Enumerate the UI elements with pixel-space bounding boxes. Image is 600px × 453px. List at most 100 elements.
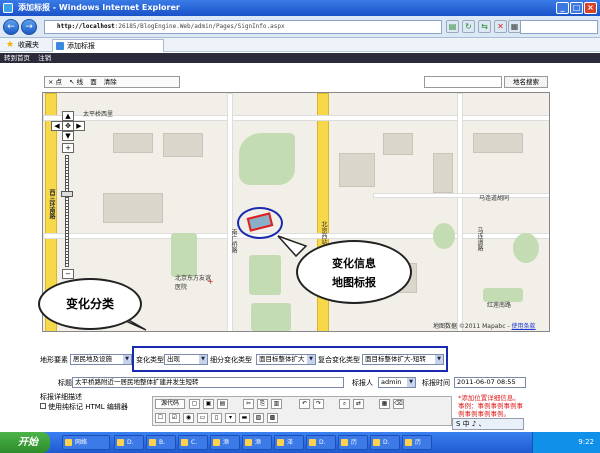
address-input[interactable]: http://localhost:26185/BlogEngine.Web/ad…	[44, 20, 442, 34]
description-hint: *添加位置详细信息。 事例：事例事例事例事 例事例事例事例。	[458, 394, 540, 418]
html-editor-text: 使用纯标记 HTML 编辑器	[48, 403, 128, 411]
maximize-button[interactable]: □	[570, 2, 583, 14]
taskbar-item[interactable]: 添	[210, 435, 240, 450]
editor-tool-icon[interactable]: ▤	[217, 399, 228, 409]
road	[43, 233, 549, 239]
pan-right-button[interactable]: ▶	[73, 121, 85, 131]
building	[473, 133, 523, 153]
select-icon[interactable]: ▾	[225, 413, 236, 423]
draw-point-tool[interactable]: × 点	[48, 78, 62, 86]
taskbar-item[interactable]: 添	[242, 435, 272, 450]
start-button[interactable]: 开始	[0, 432, 50, 453]
close-button[interactable]: ×	[584, 2, 597, 14]
html-editor-checkbox[interactable]	[40, 403, 46, 409]
copy-icon[interactable]: ⎘	[257, 399, 268, 409]
building	[433, 153, 453, 193]
window-title: 添加标报 - Windows Internet Explorer	[18, 3, 180, 12]
search-input[interactable]	[520, 20, 598, 34]
reporter-value: admin	[381, 378, 402, 386]
place-search-button[interactable]: 地名搜索	[504, 76, 548, 88]
terms-link[interactable]: 使用条款	[512, 323, 536, 330]
compat-view-icon[interactable]: ▤	[446, 20, 459, 33]
draw-polygon-tool[interactable]: 面	[90, 78, 97, 86]
title-input[interactable]: 太平桥路附近一居民地整体扩建并发生短转	[72, 377, 344, 388]
find-icon[interactable]: ⌕	[339, 399, 350, 409]
checkbox-icon[interactable]: ☑	[169, 413, 180, 423]
terrain-label: 地形要素	[40, 356, 68, 364]
park	[171, 233, 197, 277]
editor-tool-icon[interactable]: ☐	[155, 413, 166, 423]
ime-toolbar[interactable]: S 中 ♪ 、	[452, 418, 524, 430]
map-label: 南广桥路	[230, 229, 237, 253]
zoom-out-button[interactable]: −	[62, 269, 74, 279]
taskbar-item-label: 历	[415, 439, 422, 446]
zoom-in-button[interactable]: +	[62, 143, 74, 153]
taskbar-item[interactable]: D.	[370, 435, 400, 450]
building	[113, 133, 153, 153]
editor-tool-icon[interactable]: ▣	[203, 399, 214, 409]
compound-select[interactable]: 面目标整体扩大-短转 ▼	[362, 354, 444, 365]
radio-icon[interactable]: ◉	[183, 413, 194, 423]
app-icon	[373, 439, 380, 446]
time-input[interactable]: 2011-06-07 08:55	[454, 377, 526, 388]
taskbar-item[interactable]: B.	[146, 435, 176, 450]
terrain-select[interactable]: 居民地及设施 ▼	[70, 354, 132, 365]
select-all-icon[interactable]: ▦	[379, 399, 390, 409]
park	[513, 233, 539, 263]
map-label: 太平桥西里	[83, 111, 114, 118]
clear-tool[interactable]: 清除	[104, 78, 117, 86]
undo-icon[interactable]: ↶	[299, 399, 310, 409]
source-button[interactable]: 源代码	[155, 399, 185, 409]
cut-icon[interactable]: ✂	[243, 399, 254, 409]
minimize-button[interactable]: _	[556, 2, 569, 14]
change-type-select[interactable]: 出现 ▼	[164, 354, 208, 365]
favorites-star-icon[interactable]: ★	[6, 39, 14, 51]
zoom-slider-knob[interactable]	[61, 191, 73, 197]
button-icon[interactable]: ▬	[239, 413, 250, 423]
terrain-value: 居民地及设施	[73, 355, 112, 363]
road	[457, 93, 463, 331]
html-editor-option[interactable]: 使用纯标记 HTML 编辑器	[40, 402, 128, 412]
zoom-slider-track[interactable]	[65, 155, 69, 267]
draw-line-tool[interactable]: ↖ 线	[69, 78, 83, 86]
browser-tab[interactable]: 添加标报	[52, 39, 164, 52]
clock[interactable]: 9:22	[578, 438, 594, 446]
textarea-icon[interactable]: ▯	[211, 413, 222, 423]
favorites-label[interactable]: 收藏夹	[18, 38, 39, 52]
park	[251, 303, 291, 331]
hospital-icon: +	[207, 277, 214, 286]
refresh-icon[interactable]: ↻	[462, 20, 475, 33]
stop-icon[interactable]: ✕	[494, 20, 507, 33]
map-label: 红莲南路	[487, 302, 512, 309]
taskbar-item[interactable]: C.	[178, 435, 208, 450]
taskbar-item[interactable]: 网络	[62, 435, 110, 450]
pan-down-button[interactable]: ▼	[62, 131, 74, 141]
nav-logout-link[interactable]: 注销	[38, 54, 51, 62]
sub-change-select[interactable]: 面目标整体扩大 ▼	[256, 354, 316, 365]
address-toolbar: ← → http://localhost:26185/BlogEngine.We…	[0, 16, 600, 38]
go-icon[interactable]: ⇆	[478, 20, 491, 33]
taskbar-item-label: 历	[351, 439, 358, 446]
redo-icon[interactable]: ↷	[313, 399, 324, 409]
app-icon	[405, 439, 412, 446]
place-search-input[interactable]	[424, 76, 502, 88]
editor-tool-icon[interactable]: ▢	[189, 399, 200, 409]
textfield-icon[interactable]: ▭	[197, 413, 208, 423]
eraser-icon[interactable]: ⌫	[393, 399, 404, 409]
back-button[interactable]: ←	[3, 19, 19, 35]
taskbar-item[interactable]: D.	[114, 435, 144, 450]
taskbar-item[interactable]: 历	[338, 435, 368, 450]
forward-button[interactable]: →	[21, 19, 37, 35]
taskbar-item[interactable]: D.	[306, 435, 336, 450]
taskbar-item[interactable]: 历	[402, 435, 432, 450]
reporter-select[interactable]: admin ▼	[378, 377, 416, 388]
replace-icon[interactable]: ⇄	[353, 399, 364, 409]
image-icon[interactable]: ▨	[253, 413, 264, 423]
nav-home-link[interactable]: 转到首页	[4, 54, 30, 62]
pan-up-button[interactable]: ▲	[62, 111, 74, 121]
taskbar-item[interactable]: 泽	[274, 435, 304, 450]
app-icon	[149, 439, 156, 446]
paste-icon[interactable]: ▥	[271, 399, 282, 409]
hidden-field-icon[interactable]: ▩	[267, 413, 278, 423]
url-path: :26185/BlogEngine.Web/admin/Pages/SignIn…	[114, 23, 285, 30]
